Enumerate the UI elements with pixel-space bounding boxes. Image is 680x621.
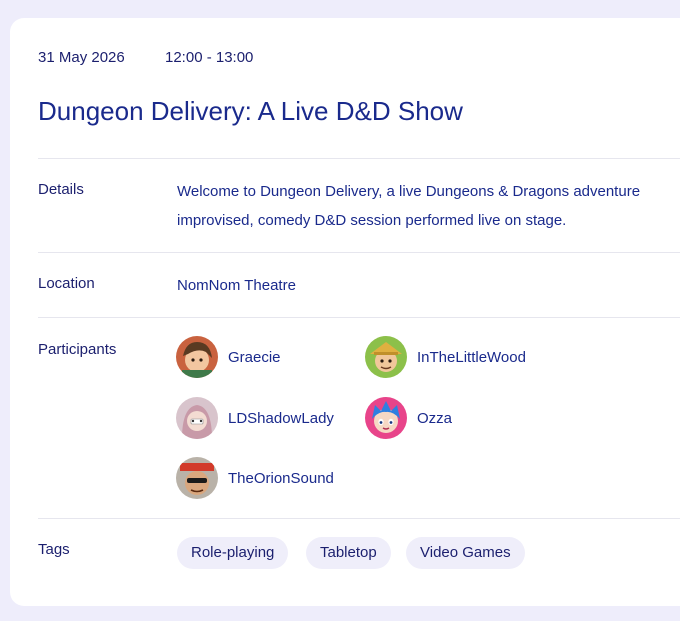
avatar-ldshadowlady-icon bbox=[176, 397, 218, 439]
divider bbox=[38, 317, 680, 318]
tags-label: Tags bbox=[38, 541, 70, 558]
participant-ldshadowlady[interactable]: LDShadowLady bbox=[176, 396, 334, 440]
avatar bbox=[176, 336, 218, 378]
participant-theorionsound[interactable]: TheOrionSound bbox=[176, 456, 334, 500]
avatar-theorionsound-icon bbox=[176, 457, 218, 499]
participant-inthelittlewood[interactable]: InTheLittleWood bbox=[365, 335, 526, 379]
divider bbox=[38, 252, 680, 253]
avatar bbox=[176, 457, 218, 499]
divider bbox=[38, 518, 680, 519]
avatar bbox=[365, 336, 407, 378]
location-label: Location bbox=[38, 275, 95, 292]
tag-role-playing[interactable]: Role-playing bbox=[177, 537, 289, 569]
event-time: 12:00 - 13:00 bbox=[165, 49, 254, 66]
participant-name: Graecie bbox=[228, 348, 281, 366]
participants-label: Participants bbox=[38, 341, 117, 358]
participant-ozza[interactable]: Ozza bbox=[365, 396, 452, 440]
tag-tabletop[interactable]: Tabletop bbox=[306, 537, 391, 569]
event-date: 31 May 2026 bbox=[38, 49, 125, 66]
divider bbox=[38, 158, 680, 159]
event-title: Dungeon Delivery: A Live D&D Show bbox=[38, 96, 463, 126]
participant-name: InTheLittleWood bbox=[417, 348, 526, 366]
location-value[interactable]: NomNom Theatre bbox=[177, 277, 296, 294]
avatar-inthelittlewood-icon bbox=[365, 336, 407, 378]
participant-graecie[interactable]: Graecie bbox=[176, 335, 281, 379]
details-label: Details bbox=[38, 181, 84, 198]
tag-video-games[interactable]: Video Games bbox=[406, 537, 525, 569]
details-text: Welcome to Dungeon Delivery, a live Dung… bbox=[177, 177, 640, 235]
participant-name: TheOrionSound bbox=[228, 469, 334, 487]
event-card: 31 May 2026 12:00 - 13:00 Dungeon Delive… bbox=[10, 18, 680, 606]
avatar-graecie-icon bbox=[176, 336, 218, 378]
details-line-1: Welcome to Dungeon Delivery, a live Dung… bbox=[177, 183, 641, 200]
avatar bbox=[365, 397, 407, 439]
avatar bbox=[176, 397, 218, 439]
participant-name: Ozza bbox=[417, 409, 453, 427]
participant-name: LDShadowLady bbox=[228, 409, 334, 427]
details-line-2: improvised, comedy D&D session performed… bbox=[177, 212, 567, 229]
avatar-ozza-icon bbox=[365, 397, 407, 439]
